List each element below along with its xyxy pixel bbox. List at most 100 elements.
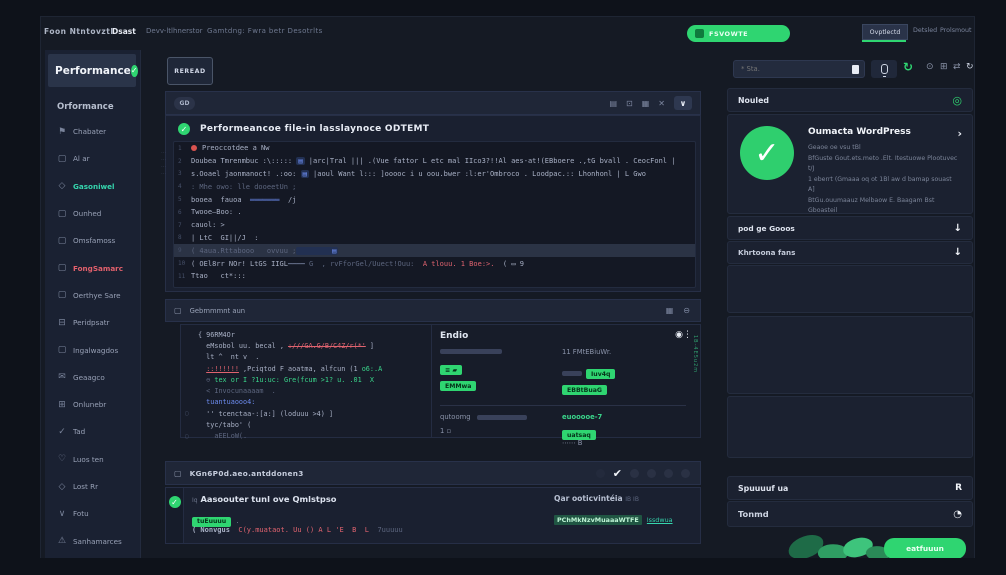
brand: Foon Ntntovztl (44, 27, 114, 36)
code-line: 5 booea fauoa ═══════ /j (178, 195, 297, 204)
status-badge: EBBtBuaG (562, 385, 607, 395)
mic-button[interactable] (871, 60, 897, 78)
row-speed[interactable]: Spuuuuf ua R (727, 476, 973, 500)
cursor-icon (852, 64, 859, 74)
edit-icon[interactable]: ⊡ (626, 99, 633, 108)
code-line: 9( 4aua.Rttabooo ovvuu ; ▤ (174, 244, 695, 258)
sidebar-item-sanhamarces[interactable]: ⚠ Sanhamarces (45, 527, 140, 554)
sidebar-item-chabater[interactable]: ⚑ Chabater (45, 118, 140, 145)
row-label: Spuuuuf ua (738, 483, 789, 493)
chevron-down-icon[interactable]: ∨ (674, 96, 692, 110)
pass-check-icon: ✓ (168, 496, 181, 508)
block1-panel: ✓ Performeancoe file-in lasslaynoce ODTE… (165, 115, 701, 292)
sidebar-items: ⚑ Chabater ▢ Al ar ◇ Gasoniwel ▢ Ounhed ▢ Omsfamo… (45, 118, 140, 555)
collapse-icon[interactable]: ⊖ (683, 306, 690, 315)
refresh-green-icon[interactable]: ↻ (903, 60, 913, 74)
wordpress-title: Oumacta WordPress (808, 127, 911, 137)
block1-header: GD ▤ ⊡ ▦ ✕ ∨ (165, 91, 701, 115)
row-packages[interactable]: pod ge Gooos ↓ (727, 216, 973, 240)
sidebar-item-al-ar[interactable]: ▢ Al ar (45, 145, 140, 172)
block3-title: KGn6P0d.aeo.antddonen3 (189, 468, 304, 478)
footer-strip (0, 558, 1006, 575)
divider (440, 405, 686, 406)
result-label: qutoomg (440, 413, 471, 421)
sidebar-item-luos-ten[interactable]: ♡ Luos ten (45, 446, 140, 473)
favorite-button[interactable]: FSVOWTE (687, 25, 790, 42)
save-icon[interactable]: ▤ (609, 99, 617, 108)
status-badge: EMMwa (440, 381, 477, 391)
search-input[interactable] (739, 64, 852, 74)
test-name: Aasoouter tunl ove Qmlstpso (200, 494, 337, 504)
progress-bar (440, 349, 502, 354)
status-dot (630, 468, 639, 478)
grid-icon[interactable]: ▦ (666, 306, 674, 315)
search-box (733, 60, 865, 78)
status-dot (664, 468, 673, 478)
code-line: < Invocunaaaam . (198, 387, 276, 396)
tab-performance[interactable]: Prolsmout (940, 27, 971, 34)
check-icon[interactable]: ✔ (613, 467, 622, 480)
nav-item-1[interactable]: Dsast (112, 27, 136, 36)
close-icon[interactable]: ✕ (658, 99, 665, 108)
sidebar-item-oerthye-sare[interactable]: ▢ Oerthye Sare (45, 282, 140, 309)
sidebar-item-ounhed[interactable]: ▢ Ounhed (45, 200, 140, 227)
status-dot (681, 468, 690, 478)
swap-icon[interactable]: ⇄ (953, 62, 961, 72)
wordpress-detail-line: Geaoe oe vsu tBl (808, 144, 861, 151)
sidebar-item-ingalwagdos[interactable]: ▢ Ingalwagdos (45, 336, 140, 363)
file-icon: ▢ (57, 153, 67, 164)
calendar-icon: ⊞ (58, 399, 66, 410)
sidebar-item-gasoniwel[interactable]: ◇ Gasoniwel (45, 173, 140, 200)
error-line: ( Nonvgus C(y.muataot. Uu () A L 'E B L … (192, 526, 403, 534)
code-editor-2[interactable]: { 96RM4Or eMsobol uu. becal , :///GA.G/B… (181, 325, 431, 441)
sidebar-item-peridpsatr[interactable]: ⊟ Peridpsatr (45, 309, 140, 336)
sidebar-header[interactable]: Performance ✓ (48, 54, 138, 87)
cta-button[interactable]: eatfuuun (884, 538, 966, 559)
reread-button[interactable]: REREAD (167, 57, 213, 85)
sidebar-item-lost-rr[interactable]: ◇ Lost Rr (45, 473, 140, 500)
row-fans[interactable]: Khrtoona fans ↓ (727, 241, 973, 264)
tab-detailed[interactable]: Detsled (913, 27, 937, 34)
sidebar-item-label: Oerthye Sare (73, 290, 121, 300)
sidebar-item-fongsamarc[interactable]: ▢ FongSamarc (45, 254, 140, 281)
tab-overview[interactable]: Ovptlectd (862, 24, 908, 40)
block3-header: ▢ KGn6P0d.aeo.antddonen3 ✔ (165, 461, 701, 485)
code-line: tuantuaooo4: (198, 398, 256, 407)
window-icon[interactable]: ▦ (642, 99, 650, 108)
link-pill-icon[interactable]: GD (174, 96, 195, 110)
code-line: lt ^ nt v . (198, 353, 260, 362)
sidebar-item-tad[interactable]: ✓ Tad (45, 418, 140, 445)
checkbox-icon: ▢ (57, 290, 67, 301)
sidebar-title: Performance (55, 64, 131, 77)
result-value: 11 FMtEBiuWr. (562, 347, 612, 356)
chevron-right-icon[interactable]: › (957, 127, 962, 140)
code-line: 10( OEl8rr NOr! LtGS IIGL ━━━━ G , rvFfor… (178, 259, 524, 268)
download-arrow-icon[interactable]: ↓ (954, 223, 962, 234)
code-line: 3 s.Ooael jaonmanoct! .:oo: ▤ |aoul Want … (178, 169, 646, 178)
meta-highlight: PChMkNzvMuaaaWTFE (554, 515, 642, 525)
nav-item-2[interactable]: Devv-ltlhnerstor (146, 27, 203, 35)
nav-item-3[interactable]: Gamtdng: Fwra betr Desotrlts (207, 27, 323, 35)
download-arrow-icon[interactable]: ↓ (954, 247, 962, 258)
code-line: 4: Mhe owo: lle dooeetUn ; (178, 182, 297, 191)
block1-toolbar: ▤ ⊡ ▦ ✕ ∨ (609, 96, 692, 110)
status-dot (595, 468, 605, 478)
meta-link[interactable]: lssdwua (647, 516, 673, 524)
panel-icon: ▢ (174, 306, 182, 315)
sidebar-subtitle: Orformance (57, 102, 114, 112)
shield-icon: ◇ (58, 481, 66, 492)
wordpress-details: Geaoe oe vsu tBl BfGuste Gout.ets.meto .E… (808, 143, 960, 227)
row-tonmd[interactable]: Tonmd ◔ (727, 501, 973, 527)
sidebar-item-fotu[interactable]: ∨ Fotu (45, 500, 140, 527)
reload-icon[interactable]: ↻ (966, 62, 974, 72)
sidebar-item-omsfamoss[interactable]: ▢ Omsfamoss (45, 227, 140, 254)
sidebar-item-geaagco[interactable]: ✉ Geaagco (45, 364, 140, 391)
row-label: Khrtoona fans (738, 248, 796, 257)
code-editor-1[interactable]: 1 Preoccotdee a Nw 2 Doubea Tmrenmbuc :\:::… (173, 141, 696, 288)
panel-nouled[interactable]: Nouled ◎ (727, 88, 973, 112)
grid-icon[interactable]: ⊞ (940, 62, 948, 72)
r-icon[interactable]: R (955, 483, 962, 493)
clock-icon[interactable]: ⊙ (926, 62, 934, 72)
badges-panel: 'ow tsls ✳% Rsduaal Ganddaoaoaeu ↺ ASMFu… (727, 265, 973, 313)
sidebar-item-onlunebr[interactable]: ⊞ Onlunebr (45, 391, 140, 418)
